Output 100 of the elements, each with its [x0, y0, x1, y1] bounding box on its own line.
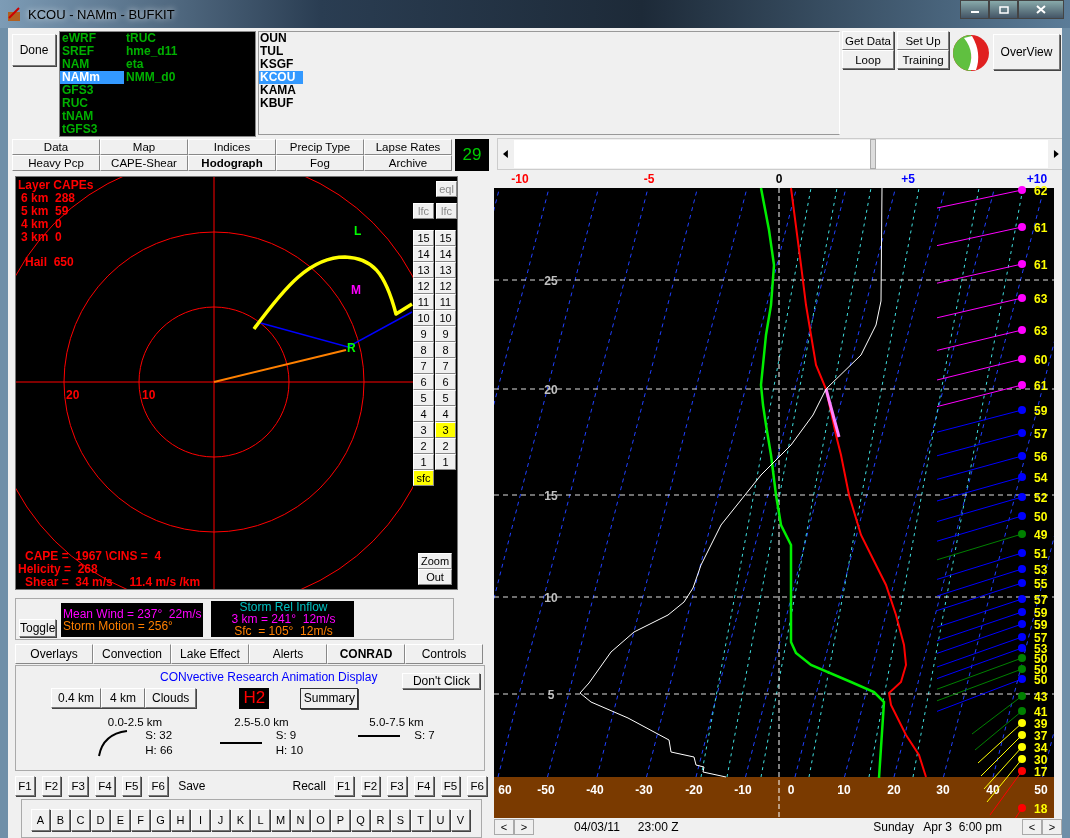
save-key-button[interactable]: F3: [68, 775, 89, 796]
letter-button[interactable]: J: [211, 809, 230, 832]
tab[interactable]: Hodograph: [188, 155, 276, 171]
recall-key-button[interactable]: F3: [387, 775, 407, 796]
model-item[interactable]: eta: [124, 58, 214, 71]
letter-button[interactable]: F: [131, 809, 150, 832]
line-drawing: [358, 733, 401, 738]
letter-button[interactable]: N: [291, 809, 310, 832]
tab[interactable]: Heavy Pcp: [12, 155, 100, 171]
model-item[interactable]: tNAM: [60, 110, 124, 123]
model-item[interactable]: GFS3: [60, 84, 124, 97]
tab[interactable]: CAPE-Shear: [100, 155, 188, 171]
toggle-button[interactable]: Toggle: [19, 619, 56, 638]
maximize-icon: [998, 5, 1009, 14]
tab[interactable]: CONRAD: [327, 644, 405, 665]
letter-button[interactable]: R: [371, 809, 390, 832]
model-item[interactable]: NAM: [60, 58, 124, 71]
tab[interactable]: Precip Type: [276, 139, 364, 155]
letter-button[interactable]: B: [51, 809, 70, 832]
model-item[interactable]: RUC: [60, 97, 124, 110]
tab[interactable]: Convection: [93, 644, 171, 665]
tab[interactable]: Fog: [276, 155, 364, 171]
letter-button[interactable]: I: [191, 809, 210, 832]
save-key-button[interactable]: F6: [148, 775, 169, 796]
helicity-value: H: 66: [145, 743, 173, 759]
layer-button[interactable]: 4 km: [101, 688, 145, 709]
station-item[interactable]: KBUF: [259, 97, 303, 110]
recall-key-button[interactable]: F5: [440, 775, 461, 796]
tab[interactable]: Controls: [405, 644, 483, 665]
recall-key-button[interactable]: F1: [333, 775, 354, 796]
tab[interactable]: Map: [100, 139, 188, 155]
toolbar-button[interactable]: Training: [897, 50, 949, 69]
tab[interactable]: Lake Effect: [171, 644, 249, 665]
station-item[interactable]: TUL: [259, 45, 303, 58]
shear-value: S: 7: [414, 728, 435, 744]
letter-button[interactable]: Q: [351, 809, 370, 832]
letter-button[interactable]: K: [231, 809, 250, 832]
scale-label: -5: [643, 172, 655, 186]
letter-button[interactable]: U: [431, 809, 450, 832]
wind-speed: 51: [1034, 547, 1048, 561]
save-key-button[interactable]: F5: [121, 775, 142, 796]
letter-button[interactable]: M: [271, 809, 290, 832]
save-key-button[interactable]: F2: [41, 775, 62, 796]
maximize-button[interactable]: [989, 0, 1018, 19]
previous-button[interactable]: <: [494, 819, 514, 835]
letter-button[interactable]: D: [91, 809, 110, 832]
dont-click-button[interactable]: Don't Click: [402, 673, 481, 690]
toolbar-button[interactable]: Loop: [842, 50, 894, 69]
recall-key-button[interactable]: F2: [360, 775, 381, 796]
letter-button[interactable]: V: [451, 809, 470, 832]
model-item[interactable]: tRUC: [124, 32, 214, 45]
next-button[interactable]: >: [514, 819, 534, 835]
tab[interactable]: Archive: [364, 155, 452, 171]
recall-key-button[interactable]: F6: [467, 775, 487, 796]
layer-button[interactable]: 0.4 km: [51, 688, 101, 709]
station-item[interactable]: OUN: [259, 32, 303, 45]
zoom-button[interactable]: Zoom: [418, 552, 452, 569]
scale-label: -10: [511, 172, 529, 186]
minimize-button[interactable]: [960, 0, 989, 19]
layer-button[interactable]: Clouds: [145, 688, 197, 709]
model-item[interactable]: NMM_d0: [124, 71, 214, 84]
letter-button[interactable]: G: [151, 809, 170, 832]
letter-button[interactable]: P: [331, 809, 350, 832]
tab[interactable]: Lapse Rates: [364, 139, 452, 155]
wind-speed: 43: [1034, 690, 1048, 704]
previous-button[interactable]: <: [1022, 819, 1042, 835]
model-item[interactable]: hme_d11: [124, 45, 214, 58]
letter-button[interactable]: L: [251, 809, 270, 832]
summary-button[interactable]: Summary: [300, 687, 359, 709]
station-item[interactable]: KSGF: [259, 58, 303, 71]
toolbar-button[interactable]: Set Up: [897, 31, 949, 50]
letter-button[interactable]: T: [411, 809, 430, 832]
tab[interactable]: Indices: [188, 139, 276, 155]
letter-button[interactable]: S: [391, 809, 410, 832]
model-item[interactable]: SREF: [60, 45, 124, 58]
save-key-button[interactable]: F4: [95, 775, 115, 796]
indicator-box: H2: [239, 687, 270, 709]
model-item[interactable]: eWRF: [60, 32, 124, 45]
letter-button[interactable]: E: [111, 809, 130, 832]
tab[interactable]: Alerts: [249, 644, 327, 665]
letter-button[interactable]: O: [311, 809, 330, 832]
toolbar-button[interactable]: Get Data: [842, 31, 894, 50]
letter-button[interactable]: H: [171, 809, 190, 832]
layer-cape-value: 4 km 0: [21, 216, 62, 231]
recall-key-button[interactable]: F4: [413, 775, 434, 796]
tab[interactable]: Data: [12, 139, 100, 155]
station-item[interactable]: KAMA: [259, 84, 303, 97]
letter-button[interactable]: C: [71, 809, 90, 832]
timeline-scrollbar[interactable]: [497, 138, 1062, 170]
done-button[interactable]: Done: [12, 34, 56, 66]
model-item[interactable]: tGFS3: [60, 123, 124, 136]
letter-button[interactable]: A: [31, 809, 50, 832]
level-button[interactable]: 15: [413, 229, 434, 246]
save-key-button[interactable]: F1: [15, 775, 35, 796]
close-button[interactable]: [1018, 0, 1064, 19]
next-button[interactable]: >: [1042, 819, 1062, 835]
level-button[interactable]: 15: [435, 229, 456, 246]
overview-button[interactable]: OverView: [993, 34, 1060, 70]
tab[interactable]: Overlays: [15, 644, 93, 665]
scroll-thumb[interactable]: [870, 139, 877, 169]
